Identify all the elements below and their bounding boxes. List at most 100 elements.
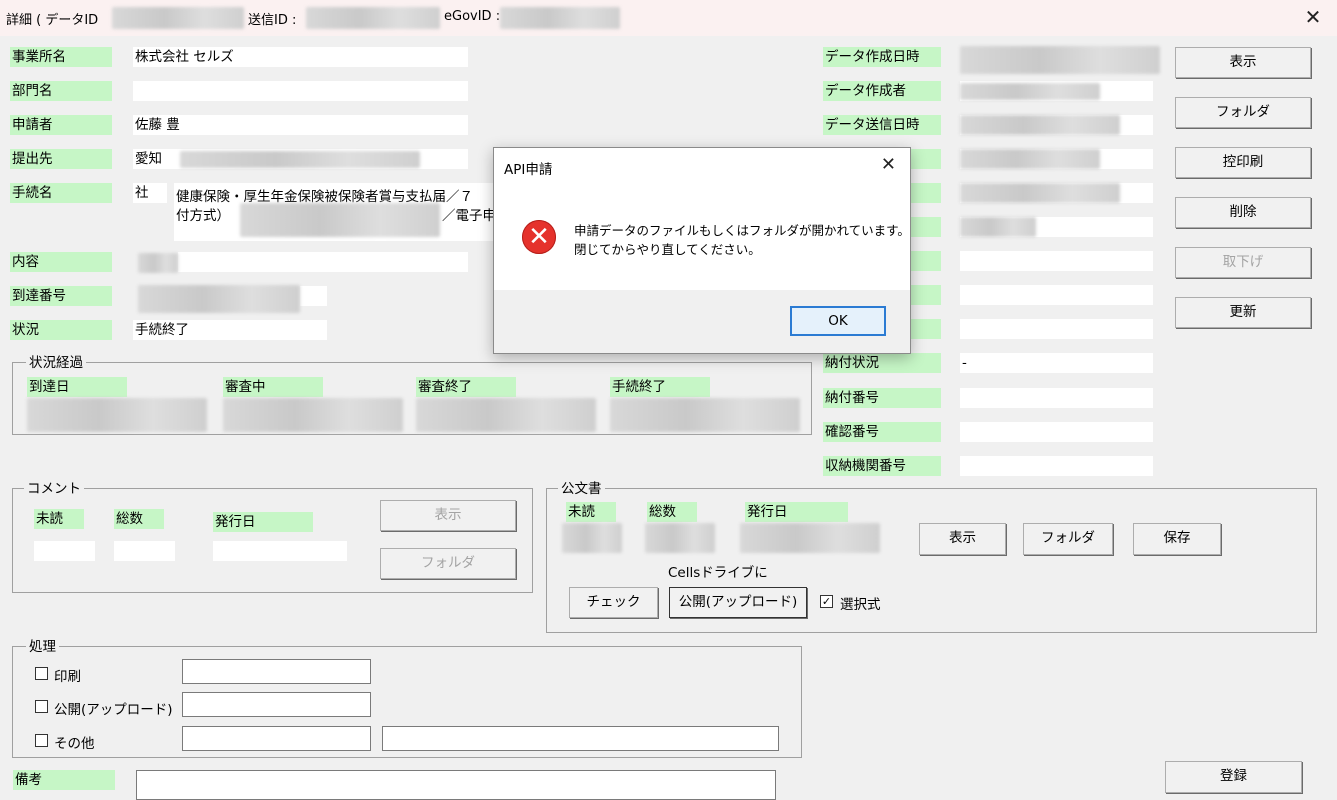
procedure-done-label: 手続終了 [610,377,710,397]
procedure-code: 社 [133,183,167,203]
other-label: その他 [54,736,95,752]
submit-to-text: 愛知 [135,151,162,167]
publish-label: 公開(アップロード) [54,702,173,718]
other-detail-input[interactable] [382,726,779,751]
payment-status-value: - [960,353,1153,373]
error-icon: ✕ [522,220,556,254]
arrival-number-label: 到達番号 [10,286,112,306]
content-label: 内容 [10,252,112,272]
status-value: 手続終了 [133,320,327,340]
api-apply-dialog: API申請 ✕ ✕ 申請データのファイルもしくはフォルダが開かれています。 閉じ… [493,147,911,354]
right-value-8 [960,285,1153,305]
arrival-number-value [300,286,327,306]
procedure-line-2b: ／電子申 [442,208,496,224]
cells-drive-label: Cellsドライブに [668,565,768,581]
copy-print-button[interactable]: 控印刷 [1175,147,1311,178]
procedure-line-1: 健康保険・厚生年金保険被保険者賞与支払届／７ [176,189,473,205]
print-checkbox[interactable] [35,667,48,680]
official-show-button[interactable]: 表示 [919,523,1006,555]
redacted-content [138,253,178,273]
status-progress-caption: 状況経過 [26,355,86,371]
redacted-right-5 [960,183,1120,203]
egov-id-label: eGovID : [444,9,501,24]
comment-unread-value [34,541,95,561]
comment-folder-button: フォルダ [380,548,516,579]
redacted-send-id [306,7,440,29]
official-total-label: 総数 [647,502,697,522]
right-value-9 [960,319,1153,339]
delete-button[interactable]: 削除 [1175,197,1311,228]
comment-caption: コメント [24,481,84,497]
data-creator-label: データ作成者 [823,81,941,101]
selective-label: 選択式 [840,597,881,613]
title-bar: 詳細 ( データID 送信ID : eGovID : ✕ [0,0,1337,36]
official-save-button[interactable]: 保存 [1133,523,1221,555]
remarks-input[interactable] [136,770,776,800]
redacted-procedure [240,203,440,237]
office-name-value: 株式会社 セルズ [133,47,468,67]
print-input[interactable] [182,659,371,684]
status-label: 状況 [10,320,112,340]
remarks-label: 備考 [13,770,115,790]
comment-total-value [114,541,175,561]
window-title: 詳細 ( データID [6,13,99,28]
dialog-close-icon[interactable]: ✕ [881,154,896,175]
data-sent-at-label: データ送信日時 [823,115,941,135]
redacted-official-total [645,523,715,553]
processing-caption: 処理 [26,639,59,655]
redacted-official-issue-date [740,523,880,553]
comment-show-button: 表示 [380,500,516,531]
procedure-line-2: 付方式） [176,208,230,224]
collection-agency-number-label: 収納機関番号 [823,456,941,476]
confirmation-number-label: 確認番号 [823,422,941,442]
redacted-data-created-at [960,46,1160,74]
publish-checkbox[interactable] [35,700,48,713]
redacted-arrival-number [138,285,300,313]
update-button[interactable]: 更新 [1175,297,1311,328]
ok-button[interactable]: OK [790,306,886,336]
redacted-egov-id [500,7,620,29]
department-label: 部門名 [10,81,112,101]
comment-issue-date-label: 発行日 [213,512,313,532]
publish-input[interactable] [182,692,371,717]
show-button[interactable]: 表示 [1175,47,1311,78]
payment-number-value [960,388,1153,408]
office-name-label: 事業所名 [10,47,112,67]
redacted-review-done [416,398,596,432]
redacted-submit-to [180,151,420,168]
selective-checkbox[interactable]: ✓ [820,595,833,608]
dialog-title: API申請 [504,162,553,178]
redacted-data-creator [960,83,1100,100]
under-review-label: 審査中 [223,377,323,397]
official-unread-label: 未読 [566,502,616,522]
official-issue-date-label: 発行日 [745,502,848,522]
payment-number-label: 納付番号 [823,388,941,408]
register-button[interactable]: 登録 [1165,761,1302,793]
data-created-at-label: データ作成日時 [823,47,941,67]
redacted-right-4 [960,149,1100,169]
redacted-data-sent-at [960,115,1120,135]
dialog-message-line-1: 申請データのファイルもしくはフォルダが開かれています。 [574,223,910,238]
other-checkbox[interactable] [35,734,48,747]
comment-unread-label: 未読 [34,509,84,529]
publish-upload-button[interactable]: 公開(アップロード) [669,587,807,618]
folder-button[interactable]: フォルダ [1175,97,1311,128]
applicant-label: 申請者 [10,115,112,135]
redacted-official-unread [562,523,622,553]
content-value [178,252,468,272]
official-doc-caption: 公文書 [558,481,605,497]
confirmation-number-value [960,422,1153,442]
redacted-data-id [112,7,244,29]
redacted-arrival-date [27,398,207,432]
dialog-message-line-2: 閉じてからやり直してください。 [574,242,761,257]
close-icon[interactable]: ✕ [1301,5,1325,29]
send-id-label: 送信ID : [248,13,297,28]
redacted-right-6 [960,217,1036,237]
comment-total-label: 総数 [114,509,164,529]
payment-status-label: 納付状況 [823,353,941,373]
applicant-value: 佐藤 豊 [133,115,468,135]
other-input[interactable] [182,726,371,751]
check-button[interactable]: チェック [569,587,658,618]
collection-agency-number-value [960,456,1153,476]
official-folder-button[interactable]: フォルダ [1023,523,1113,555]
